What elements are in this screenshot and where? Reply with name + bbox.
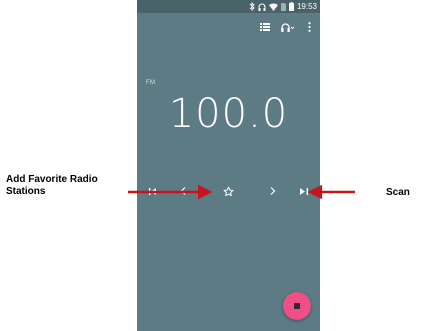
favorite-callout-label: Add Favorite Radio Stations bbox=[6, 174, 98, 197]
chevron-left-icon bbox=[180, 187, 186, 195]
headset-output-icon bbox=[280, 22, 294, 32]
star-outline-icon bbox=[223, 186, 234, 197]
tune-down-button[interactable] bbox=[175, 183, 191, 199]
favorites-list-button[interactable] bbox=[254, 17, 276, 37]
scan-button[interactable] bbox=[296, 183, 312, 199]
chevron-right-icon bbox=[270, 187, 276, 195]
stop-radio-button[interactable] bbox=[283, 292, 311, 320]
tune-up-button[interactable] bbox=[265, 183, 281, 199]
playback-controls bbox=[137, 183, 320, 199]
stop-icon bbox=[294, 303, 300, 309]
skip-previous-icon bbox=[149, 187, 157, 195]
battery-icon bbox=[288, 2, 294, 11]
toolbar bbox=[254, 17, 320, 37]
more-options-button[interactable] bbox=[298, 17, 320, 37]
phone-screen: 19:53 FM 100.0 bbox=[137, 0, 320, 331]
band-label: FM bbox=[146, 80, 156, 86]
headset-icon bbox=[258, 3, 266, 11]
status-icons: 19:53 bbox=[249, 1, 317, 12]
skip-next-icon bbox=[300, 187, 308, 195]
previous-station-button[interactable] bbox=[145, 183, 161, 199]
status-bar: 19:53 bbox=[137, 0, 320, 13]
scan-callout-label: Scan bbox=[386, 187, 410, 198]
add-favorite-button[interactable] bbox=[220, 183, 236, 199]
list-icon bbox=[260, 23, 270, 31]
audio-output-button[interactable] bbox=[276, 17, 298, 37]
more-vert-icon bbox=[307, 22, 311, 32]
bluetooth-icon bbox=[249, 2, 255, 11]
status-time: 19:53 bbox=[296, 2, 317, 11]
frequency-display: 100.0 bbox=[168, 91, 289, 137]
sim-icon bbox=[280, 2, 286, 11]
wifi-icon bbox=[268, 3, 278, 11]
